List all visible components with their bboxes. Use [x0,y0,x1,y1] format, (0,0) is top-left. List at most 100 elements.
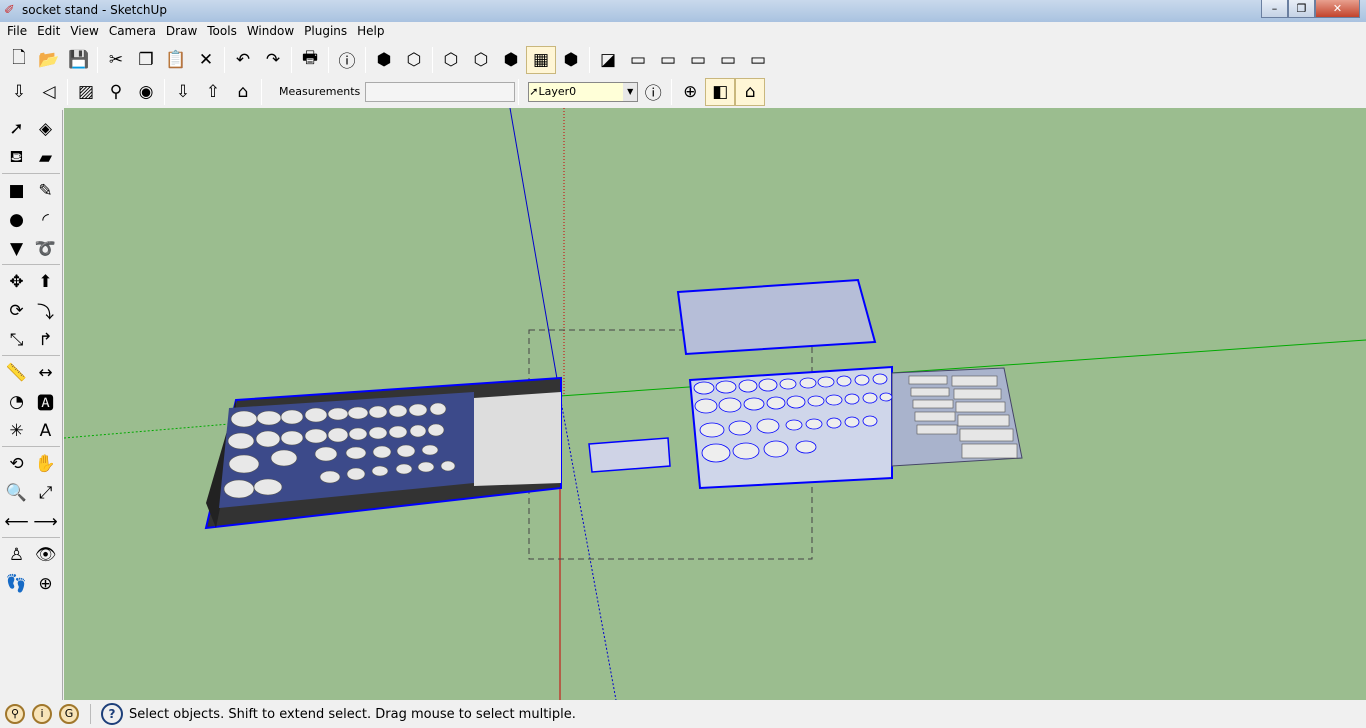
orbit-button[interactable]: ⟲ [2,449,31,478]
polygon-button[interactable]: ▼ [2,234,31,263]
close-button[interactable]: ✕ [1315,0,1360,18]
open-button[interactable]: 📂 [34,46,64,74]
toolbar-separator [2,355,60,357]
section-plane-tool-button[interactable]: ⊕ [31,569,60,598]
layer-manager-button[interactable]: ⓘ [638,78,668,106]
save-icon: 💾 [68,49,90,70]
export-button[interactable]: ⇧ [198,78,228,106]
previous-view-button[interactable]: ⟵ [2,507,31,536]
window-title: socket stand - SketchUp [22,3,167,17]
model-info-button[interactable]: ⓘ [332,46,362,74]
front-view-button[interactable]: ▭ [653,46,683,74]
share-component-button[interactable]: ⌂ [228,78,258,106]
chevron-down-icon[interactable]: ▼ [623,82,638,101]
next-view-button[interactable]: ⟶ [31,507,60,536]
share-model-icon: ◁ [42,81,56,102]
share-model-button[interactable]: ◁ [34,78,64,106]
make-component-button[interactable]: ◈ [31,114,60,143]
text-icon: 🅰 [37,394,54,414]
push-pull-button[interactable]: ⬆ [31,267,60,296]
layer-selected: Layer0 [538,85,577,98]
socket-tray-left[interactable] [204,376,562,530]
position-camera-button[interactable]: ♙ [2,540,31,569]
top-view-button[interactable]: ▭ [623,46,653,74]
paint-bucket-button[interactable]: ⛾ [2,143,31,172]
copy-button[interactable]: ❐ [131,46,161,74]
shaded-button[interactable]: ⬢ [496,46,526,74]
section-plane-button[interactable]: ⊕ [675,78,705,106]
menu-edit[interactable]: Edit [32,22,65,42]
walk-button[interactable]: 👣 [2,569,31,598]
line-button[interactable]: ✎ [31,176,60,205]
zoom-button[interactable]: 🔍 [2,478,31,507]
maximize-button[interactable]: ❐ [1288,0,1315,18]
3d-text-button[interactable]: A [31,416,60,445]
3d-viewport[interactable] [64,108,1366,700]
geo-location-icon[interactable]: ⚲ [5,704,25,724]
back-edges-button[interactable]: ⬡ [399,46,429,74]
help-icon[interactable]: ? [101,703,123,725]
menu-view[interactable]: View [65,22,103,42]
look-around-button[interactable]: 👁 [31,540,60,569]
minimize-button[interactable]: – [1261,0,1288,18]
select-button[interactable]: ➚ [2,114,31,143]
rectangle-button[interactable]: ■ [2,176,31,205]
erase-button[interactable]: ✕ [191,46,221,74]
right-view-button[interactable]: ▭ [683,46,713,74]
xray-button[interactable]: ⬢ [369,46,399,74]
move-button[interactable]: ✥ [2,267,31,296]
left-view-button[interactable]: ▭ [743,46,773,74]
back-view-button[interactable]: ▭ [713,46,743,74]
hidden-line-button[interactable]: ⬡ [466,46,496,74]
lid-panel[interactable] [676,278,877,356]
undo-button[interactable]: ↶ [228,46,258,74]
display-section-cuts-button[interactable]: ⌂ [735,77,766,106]
zoom-extents-button[interactable]: ⤢ [31,478,60,507]
rotate-button[interactable]: ⟳ [2,296,31,325]
layer-dropdown[interactable]: ➚ Layer0 ▼ [528,81,639,102]
add-location-button[interactable]: ⚲ [101,78,131,106]
axes-button[interactable]: ✳ [2,416,31,445]
menu-plugins[interactable]: Plugins [299,22,352,42]
dimension-button[interactable]: ↔ [31,358,60,387]
offset-button[interactable]: ↱ [31,325,60,354]
wireframe-button[interactable]: ⬡ [436,46,466,74]
display-section-planes-button[interactable]: ◧ [705,77,736,106]
menu-tools[interactable]: Tools [202,22,242,42]
shaded-textures-button[interactable]: ▦ [526,45,556,74]
new-button[interactable]: 🗋 [4,46,34,74]
scale-button[interactable]: ⤡ [2,325,31,354]
redo-button[interactable]: ↷ [258,46,288,74]
menu-draw[interactable]: Draw [161,22,202,42]
protractor-button[interactable]: ◔ [2,387,31,416]
credits-icon[interactable]: i [32,704,52,724]
circle-button[interactable]: ● [2,205,31,234]
monochrome-button[interactable]: ⬢ [556,46,586,74]
eraser-button[interactable]: ▰ [31,143,60,172]
paste-button[interactable]: 📋 [161,46,191,74]
save-button[interactable]: 💾 [64,46,94,74]
measurements-input[interactable] [365,81,516,102]
model-scene[interactable] [64,108,1366,700]
print-button[interactable]: 🖶 [295,46,325,74]
menu-help[interactable]: Help [352,22,389,42]
cut-button[interactable]: ✂ [101,46,131,74]
socket-tray-small[interactable] [588,437,671,473]
menu-window[interactable]: Window [242,22,299,42]
pan-button[interactable]: ✋ [31,449,60,478]
freehand-button[interactable]: ➰ [31,234,60,263]
get-photo-texture-button[interactable]: ▨ [71,78,101,106]
follow-me-button[interactable]: ⤵ [31,296,60,325]
login-icon[interactable]: G [59,704,79,724]
import-button[interactable]: ⇩ [168,78,198,106]
text-button[interactable]: 🅰 [31,387,60,416]
arc-button[interactable]: ◜ [31,205,60,234]
google-earth-button[interactable]: ◉ [131,78,161,106]
get-models-button[interactable]: ⇩ [4,78,34,106]
rectangle-icon: ■ [8,180,25,201]
iso-view-button[interactable]: ◪ [593,46,623,74]
menu-file[interactable]: File [2,22,32,42]
tape-measure-button[interactable]: 📏 [2,358,31,387]
socket-tray-right[interactable] [688,365,1023,490]
menu-camera[interactable]: Camera [104,22,161,42]
